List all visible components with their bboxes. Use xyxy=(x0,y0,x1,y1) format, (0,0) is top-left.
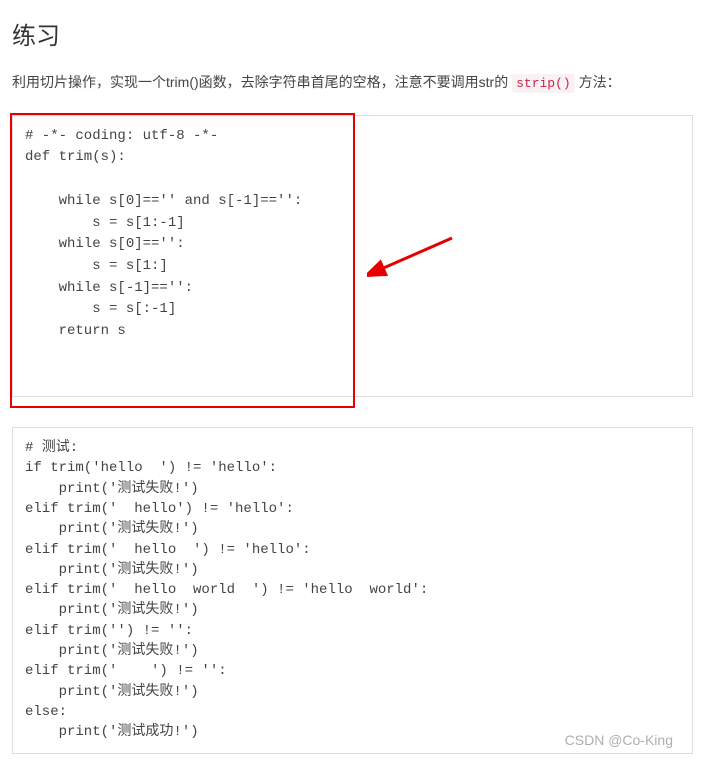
intro-paragraph: 利用切片操作，实现一个trim()函数，去除字符串首尾的空格，注意不要调用str… xyxy=(12,71,693,95)
code-block-1: # -*- coding: utf-8 -*- def trim(s): whi… xyxy=(12,115,693,397)
page-heading: 练习 xyxy=(12,16,693,51)
intro-text-before: 利用切片操作，实现一个trim()函数，去除字符串首尾的空格，注意不要调用str… xyxy=(12,74,512,90)
inline-code-strip: strip() xyxy=(512,74,575,93)
intro-text-after: 方法： xyxy=(575,74,621,90)
watermark: CSDN @Co-King xyxy=(565,732,673,748)
code-block-1-wrap: # -*- coding: utf-8 -*- def trim(s): whi… xyxy=(12,115,693,397)
code-block-2: # 测试: if trim('hello ') != 'hello': prin… xyxy=(12,427,693,753)
